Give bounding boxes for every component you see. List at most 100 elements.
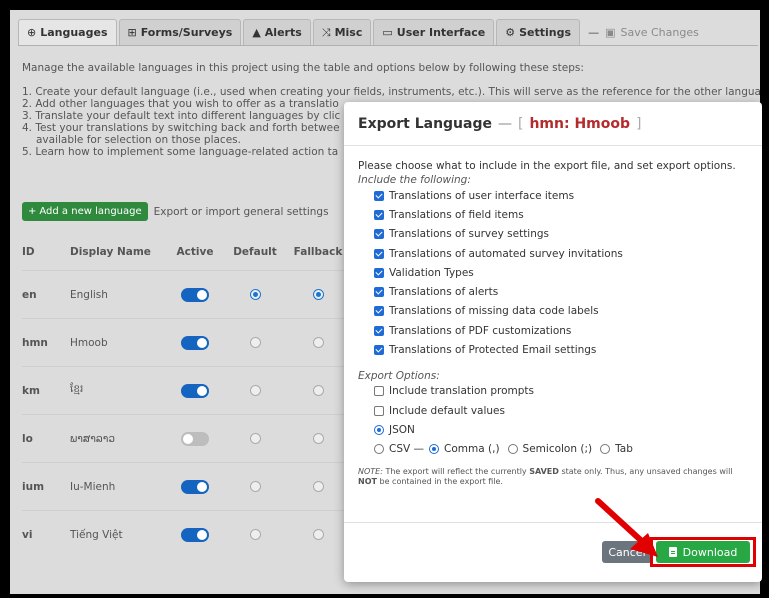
- include-option[interactable]: Translations of PDF customizations: [358, 321, 748, 340]
- default-radio[interactable]: [249, 385, 261, 396]
- header-display-name: Display Name: [70, 246, 151, 258]
- option-label: Translations of survey settings: [389, 228, 550, 241]
- tab-settings[interactable]: ⚙ Settings: [496, 19, 581, 45]
- checkbox-checked[interactable]: [374, 345, 384, 356]
- tab-languages[interactable]: ⊕ Languages: [18, 19, 117, 45]
- step-1: 1. Create your default language (i.e., u…: [22, 86, 760, 98]
- note-text: state only. Thus, any unsaved changes wi…: [558, 466, 733, 476]
- default-radio[interactable]: [249, 529, 261, 540]
- header-default: Default: [233, 246, 277, 258]
- fallback-radio[interactable]: [312, 529, 324, 540]
- globe-icon: ⊕: [27, 26, 37, 39]
- checkbox-checked[interactable]: [374, 325, 384, 336]
- default-radio[interactable]: [249, 433, 261, 444]
- include-option[interactable]: Validation Types: [358, 263, 748, 282]
- semicolon-radio[interactable]: [507, 444, 518, 455]
- export-note: NOTE: The export will reflect the curren…: [358, 467, 748, 487]
- default-radio[interactable]: [249, 289, 261, 300]
- bracket-close: ]: [636, 115, 642, 132]
- tab-separator: —: [588, 25, 600, 39]
- option-label: Translations of automated survey invitat…: [389, 247, 623, 260]
- fallback-radio[interactable]: [312, 385, 324, 396]
- tab-misc[interactable]: ⤨ Misc: [312, 19, 372, 45]
- download-button[interactable]: Download: [656, 541, 750, 563]
- annotation-arrow-icon: [595, 498, 658, 557]
- active-toggle[interactable]: [181, 527, 209, 542]
- include-option[interactable]: Translations of field items: [358, 205, 748, 224]
- table-row: hmn Hmoob: [22, 318, 352, 366]
- default-radio[interactable]: [249, 337, 261, 348]
- table-icon: ⊞: [127, 26, 137, 39]
- include-defaults-option[interactable]: Include default values: [358, 401, 748, 420]
- option-label: Include translation prompts: [389, 385, 535, 398]
- checkbox-checked[interactable]: [374, 287, 384, 298]
- include-heading: Include the following:: [358, 174, 471, 186]
- checkbox-unchecked[interactable]: [374, 386, 384, 397]
- include-option[interactable]: Translations of automated survey invitat…: [358, 244, 748, 263]
- table-row: vi Tiếng Việt: [22, 510, 352, 558]
- radio-selected[interactable]: [374, 424, 384, 435]
- active-toggle[interactable]: [181, 287, 209, 302]
- tab-user-interface[interactable]: ▭ User Interface: [373, 19, 495, 45]
- active-toggle[interactable]: [181, 335, 209, 350]
- fallback-radio[interactable]: [312, 337, 324, 348]
- save-changes-label: Save Changes: [620, 25, 699, 39]
- checkbox-checked[interactable]: [374, 248, 384, 259]
- dialog-header: Export Language — [ hmn: Hmoob ]: [344, 102, 762, 146]
- fallback-radio[interactable]: [312, 481, 324, 492]
- tab-bar: ⊕ Languages ⊞ Forms/Surveys ▲ Alerts ⤨ M…: [18, 19, 758, 46]
- fallback-radio[interactable]: [312, 289, 324, 300]
- active-toggle[interactable]: [181, 383, 209, 398]
- bracket-open: [: [518, 115, 524, 132]
- language-id: vi: [22, 528, 33, 541]
- save-changes-button[interactable]: ▣ Save Changes: [605, 19, 699, 45]
- add-language-label: Add a new language: [39, 206, 142, 217]
- include-option[interactable]: Translations of Protected Email settings: [358, 340, 748, 359]
- csv-radio[interactable]: [374, 444, 384, 455]
- include-option[interactable]: Translations of missing data code labels: [358, 302, 748, 321]
- checkbox-checked[interactable]: [374, 190, 384, 201]
- format-json-option[interactable]: JSON: [358, 420, 748, 439]
- note-not: NOT: [358, 476, 377, 486]
- fallback-radio[interactable]: [312, 433, 324, 444]
- gear-icon: ⚙: [505, 26, 516, 39]
- table-row: en English: [22, 270, 352, 318]
- active-toggle[interactable]: [181, 431, 209, 446]
- language-name: Tiếng Việt: [70, 528, 123, 541]
- language-name: Hmoob: [70, 336, 108, 349]
- shuffle-icon: ⤨: [321, 25, 331, 39]
- language-name: ພາສາລາວ: [70, 432, 116, 445]
- include-option[interactable]: Translations of user interface items: [358, 186, 748, 205]
- checkbox-checked[interactable]: [374, 229, 384, 240]
- option-label: Translations of PDF customizations: [389, 324, 572, 337]
- dialog-body: Please choose what to include in the exp…: [344, 146, 762, 487]
- semicolon-label: Semicolon (;): [522, 443, 593, 456]
- tab-forms-surveys[interactable]: ⊞ Forms/Surveys: [118, 19, 242, 45]
- active-toggle[interactable]: [181, 479, 209, 494]
- option-label: Translations of alerts: [389, 286, 499, 299]
- floppy-disk-icon: ▣: [605, 25, 616, 39]
- export-import-settings-link[interactable]: Export or import general settings: [154, 206, 329, 218]
- include-prompts-option[interactable]: Include translation prompts: [358, 382, 748, 401]
- default-radio[interactable]: [249, 481, 261, 492]
- option-label: Include default values: [389, 404, 505, 417]
- intro-text: Manage the available languages in this p…: [22, 62, 584, 74]
- tab-radio[interactable]: [600, 444, 611, 455]
- language-table: ID Display Name Active Default Fallback …: [22, 234, 352, 558]
- note-text: be contained in the export file.: [376, 476, 503, 486]
- include-option[interactable]: Translations of alerts: [358, 282, 748, 301]
- checkbox-checked[interactable]: [374, 267, 384, 278]
- language-id: ium: [22, 480, 45, 493]
- include-option[interactable]: Translations of survey settings: [358, 225, 748, 244]
- language-id: lo: [22, 432, 33, 445]
- comma-radio[interactable]: [429, 444, 440, 455]
- checkbox-checked[interactable]: [374, 209, 384, 220]
- note-label: NOTE:: [358, 466, 383, 476]
- checkbox-checked[interactable]: [374, 306, 384, 317]
- add-language-button[interactable]: + Add a new language: [22, 202, 148, 221]
- option-label: Validation Types: [389, 266, 474, 279]
- language-id: hmn: [22, 336, 48, 349]
- header-fallback: Fallback: [293, 246, 343, 258]
- checkbox-unchecked[interactable]: [374, 405, 384, 416]
- tab-alerts[interactable]: ▲ Alerts: [243, 19, 311, 45]
